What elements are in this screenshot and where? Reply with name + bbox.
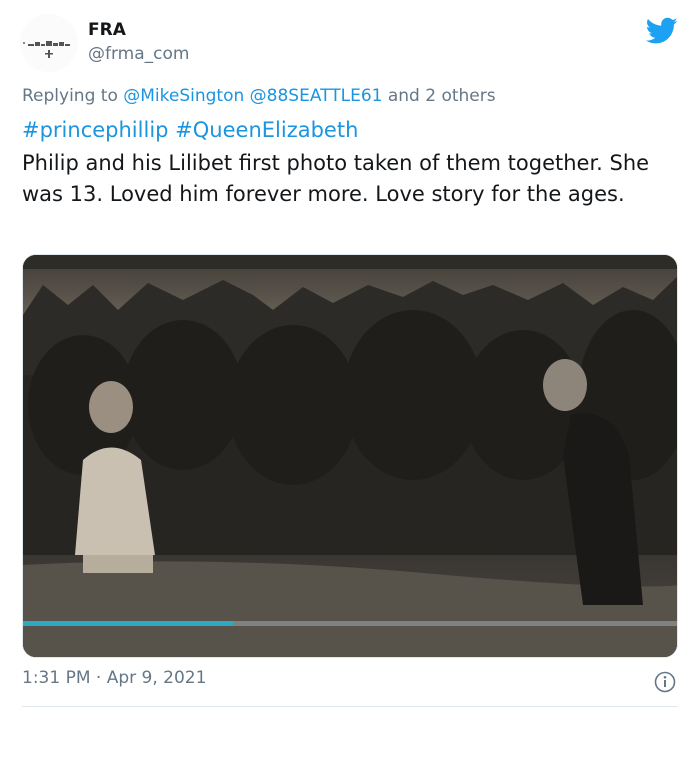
author-display-name[interactable]: FRA xyxy=(88,20,126,40)
reply-mentions[interactable]: @MikeSington @88SEATTLE61 xyxy=(123,86,382,106)
avatar[interactable] xyxy=(20,14,78,72)
video-frame xyxy=(23,255,677,657)
divider xyxy=(22,706,678,707)
reply-prefix: Replying to xyxy=(22,86,118,106)
info-icon[interactable] xyxy=(654,671,676,693)
tweet-hashtags: #princephillip #QueenElizabeth xyxy=(22,118,358,142)
video-player[interactable] xyxy=(22,254,678,658)
reply-suffix[interactable]: and 2 others xyxy=(388,86,496,106)
video-progress-fill xyxy=(23,621,233,626)
twitter-bird-icon[interactable] xyxy=(645,17,678,45)
author-handle[interactable]: @frma_com xyxy=(88,44,189,64)
reply-context: Replying to @MikeSington @88SEATTLE61 an… xyxy=(22,86,496,106)
hashtag-link[interactable]: #princephillip xyxy=(22,118,168,142)
hashtag-link[interactable]: #QueenElizabeth xyxy=(175,118,358,142)
tweet-timestamp[interactable]: 1:31 PM · Apr 9, 2021 xyxy=(22,668,206,688)
tweet-text: Philip and his Lilibet first photo taken… xyxy=(22,151,650,206)
